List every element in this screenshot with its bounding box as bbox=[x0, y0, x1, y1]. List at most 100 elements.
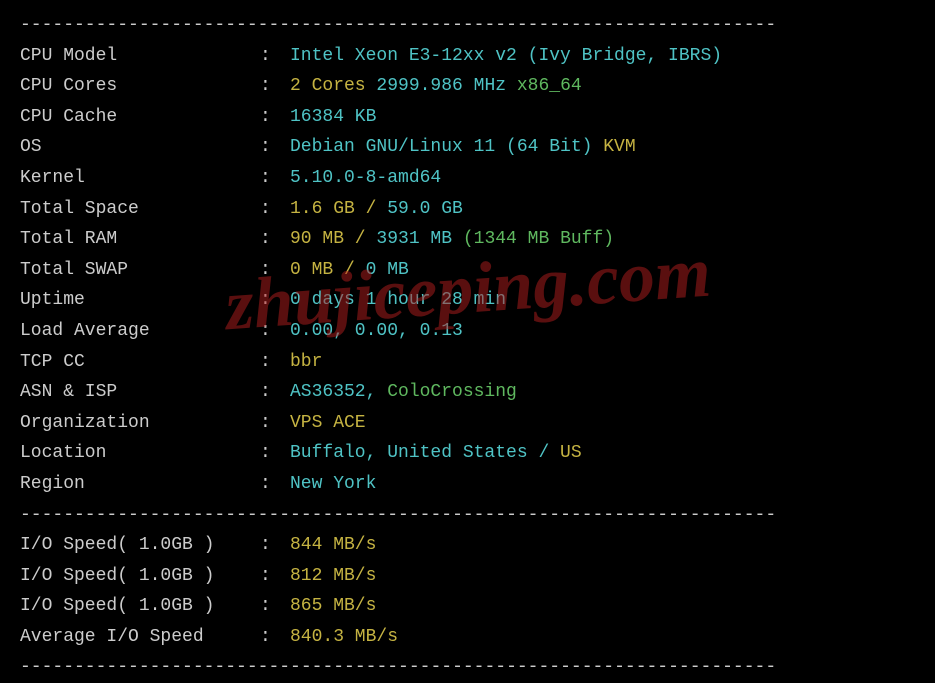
sysinfo-row: Uptime: 0 days 1 hour 28 min bbox=[20, 285, 915, 316]
sysinfo-label: CPU Cores bbox=[20, 71, 260, 102]
sysinfo-value: Intel Xeon E3-12xx v2 (Ivy Bridge, IBRS) bbox=[290, 41, 915, 72]
value-segment: (1344 MB Buff) bbox=[452, 229, 614, 249]
value-segment: 865 MB/s bbox=[290, 596, 376, 616]
colon-separator: : bbox=[260, 530, 290, 561]
colon-separator: : bbox=[260, 71, 290, 102]
value-segment: 16384 KB bbox=[290, 107, 376, 127]
sysinfo-row: CPU Model: Intel Xeon E3-12xx v2 (Ivy Br… bbox=[20, 41, 915, 72]
sysinfo-row: Total Space: 1.6 GB / 59.0 GB bbox=[20, 194, 915, 225]
colon-separator: : bbox=[260, 41, 290, 72]
colon-separator: : bbox=[260, 561, 290, 592]
sysinfo-value: bbr bbox=[290, 347, 915, 378]
value-segment: AS36352, bbox=[290, 382, 387, 402]
io-row: I/O Speed( 1.0GB ): 844 MB/s bbox=[20, 530, 915, 561]
sysinfo-row: TCP CC: bbr bbox=[20, 347, 915, 378]
io-label: Average I/O Speed bbox=[20, 622, 260, 653]
sysinfo-label: Total RAM bbox=[20, 224, 260, 255]
value-segment: 0 MB / bbox=[290, 260, 366, 280]
io-value: 840.3 MB/s bbox=[290, 622, 915, 653]
colon-separator: : bbox=[260, 224, 290, 255]
io-value: 844 MB/s bbox=[290, 530, 915, 561]
sysinfo-value: AS36352, ColoCrossing bbox=[290, 377, 915, 408]
sysinfo-row: Location: Buffalo, United States / US bbox=[20, 438, 915, 469]
colon-separator: : bbox=[260, 255, 290, 286]
value-segment: Buffalo, United States / bbox=[290, 443, 560, 463]
sysinfo-value: 1.6 GB / 59.0 GB bbox=[290, 194, 915, 225]
sysinfo-row: CPU Cache: 16384 KB bbox=[20, 102, 915, 133]
value-segment: 0.00, 0.00, 0.13 bbox=[290, 321, 463, 341]
value-segment: 2 Cores bbox=[290, 76, 366, 96]
colon-separator: : bbox=[260, 102, 290, 133]
colon-separator: : bbox=[260, 377, 290, 408]
sysinfo-label: Total Space bbox=[20, 194, 260, 225]
colon-separator: : bbox=[260, 469, 290, 500]
sysinfo-row: ASN & ISP: AS36352, ColoCrossing bbox=[20, 377, 915, 408]
value-segment: 1.6 GB / bbox=[290, 199, 387, 219]
sysinfo-row: Organization: VPS ACE bbox=[20, 408, 915, 439]
sysinfo-label: Uptime bbox=[20, 285, 260, 316]
sysinfo-value: 2 Cores 2999.986 MHz x86_64 bbox=[290, 71, 915, 102]
io-value: 865 MB/s bbox=[290, 591, 915, 622]
value-segment: x86_64 bbox=[517, 76, 582, 96]
sysinfo-value: VPS ACE bbox=[290, 408, 915, 439]
value-segment: 2999.986 MHz bbox=[366, 76, 517, 96]
sysinfo-value: New York bbox=[290, 469, 915, 500]
value-segment: US bbox=[560, 443, 582, 463]
value-segment: KVM bbox=[592, 137, 635, 157]
value-segment: bbr bbox=[290, 352, 322, 372]
sysinfo-label: Region bbox=[20, 469, 260, 500]
io-label: I/O Speed( 1.0GB ) bbox=[20, 561, 260, 592]
io-row: I/O Speed( 1.0GB ): 812 MB/s bbox=[20, 561, 915, 592]
value-segment: 0 days 1 hour 28 min bbox=[290, 290, 506, 310]
sysinfo-value: 0.00, 0.00, 0.13 bbox=[290, 316, 915, 347]
value-segment: 59.0 GB bbox=[387, 199, 463, 219]
value-segment: ColoCrossing bbox=[387, 382, 517, 402]
sysinfo-row: Region: New York bbox=[20, 469, 915, 500]
sysinfo-label: CPU Cache bbox=[20, 102, 260, 133]
colon-separator: : bbox=[260, 194, 290, 225]
value-segment: 0 MB bbox=[366, 260, 409, 280]
sysinfo-value: 90 MB / 3931 MB (1344 MB Buff) bbox=[290, 224, 915, 255]
io-label: I/O Speed( 1.0GB ) bbox=[20, 591, 260, 622]
value-segment: 5.10.0-8-amd64 bbox=[290, 168, 441, 188]
divider-bottom: ----------------------------------------… bbox=[20, 652, 915, 683]
value-segment: 840.3 MB/s bbox=[290, 627, 398, 647]
sysinfo-label: Organization bbox=[20, 408, 260, 439]
sysinfo-label: Load Average bbox=[20, 316, 260, 347]
sysinfo-row: CPU Cores: 2 Cores 2999.986 MHz x86_64 bbox=[20, 71, 915, 102]
colon-separator: : bbox=[260, 316, 290, 347]
sysinfo-label: ASN & ISP bbox=[20, 377, 260, 408]
sysinfo-label: Kernel bbox=[20, 163, 260, 194]
io-value: 812 MB/s bbox=[290, 561, 915, 592]
colon-separator: : bbox=[260, 132, 290, 163]
divider-top: ----------------------------------------… bbox=[20, 10, 915, 41]
sysinfo-row: Kernel: 5.10.0-8-amd64 bbox=[20, 163, 915, 194]
io-label: I/O Speed( 1.0GB ) bbox=[20, 530, 260, 561]
value-segment: Intel Xeon E3-12xx v2 (Ivy Bridge, IBRS) bbox=[290, 46, 722, 66]
colon-separator: : bbox=[260, 408, 290, 439]
colon-separator: : bbox=[260, 438, 290, 469]
io-row: Average I/O Speed: 840.3 MB/s bbox=[20, 622, 915, 653]
sysinfo-value: 5.10.0-8-amd64 bbox=[290, 163, 915, 194]
sysinfo-row: OS: Debian GNU/Linux 11 (64 Bit) KVM bbox=[20, 132, 915, 163]
sysinfo-row: Load Average: 0.00, 0.00, 0.13 bbox=[20, 316, 915, 347]
sysinfo-value: 0 MB / 0 MB bbox=[290, 255, 915, 286]
sysinfo-row: Total RAM: 90 MB / 3931 MB (1344 MB Buff… bbox=[20, 224, 915, 255]
sysinfo-value: 0 days 1 hour 28 min bbox=[290, 285, 915, 316]
sysinfo-value: Buffalo, United States / US bbox=[290, 438, 915, 469]
io-speed-section: I/O Speed( 1.0GB ): 844 MB/sI/O Speed( 1… bbox=[20, 530, 915, 652]
sysinfo-label: OS bbox=[20, 132, 260, 163]
value-segment: 3931 MB bbox=[376, 229, 452, 249]
sysinfo-value: 16384 KB bbox=[290, 102, 915, 133]
value-segment: 90 MB / bbox=[290, 229, 376, 249]
sysinfo-label: CPU Model bbox=[20, 41, 260, 72]
value-segment: Debian GNU/Linux 11 (64 Bit) bbox=[290, 137, 592, 157]
value-segment: 844 MB/s bbox=[290, 535, 376, 555]
sysinfo-label: Location bbox=[20, 438, 260, 469]
sysinfo-row: Total SWAP: 0 MB / 0 MB bbox=[20, 255, 915, 286]
io-row: I/O Speed( 1.0GB ): 865 MB/s bbox=[20, 591, 915, 622]
system-info-section: CPU Model: Intel Xeon E3-12xx v2 (Ivy Br… bbox=[20, 41, 915, 500]
value-segment: VPS ACE bbox=[290, 413, 366, 433]
value-segment: 812 MB/s bbox=[290, 566, 376, 586]
colon-separator: : bbox=[260, 591, 290, 622]
